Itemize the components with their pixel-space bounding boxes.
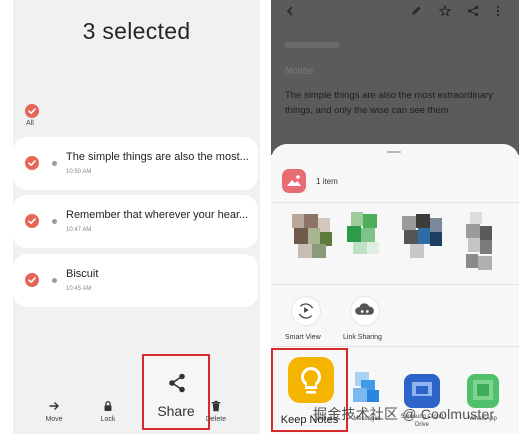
note-item[interactable]: The simple things are also the most... 1…: [13, 137, 258, 190]
note-title: Notitle: [285, 66, 314, 77]
note-item[interactable]: Remember that wherever your hear... 10:4…: [13, 195, 258, 248]
note-time: 10:50 AM: [66, 169, 92, 175]
lock-button[interactable]: Lock: [83, 400, 133, 423]
divider: [271, 202, 519, 203]
delete-label: Delete: [205, 416, 227, 423]
star-icon[interactable]: [439, 5, 451, 17]
note-title: Remember that wherever your hear...: [66, 209, 249, 221]
watermark: 掘金技术社区 @ Coolmuster: [313, 406, 495, 422]
divider: [271, 346, 519, 347]
note-body: The simple things are also the most extr…: [285, 90, 494, 116]
pen-icon[interactable]: [410, 5, 422, 17]
delete-button[interactable]: Delete: [191, 400, 241, 423]
note-time: 10:47 AM: [66, 227, 92, 233]
smart-view-button[interactable]: [291, 296, 321, 326]
divider: [271, 284, 519, 285]
lock-label: Lock: [100, 416, 116, 423]
contact-avatar[interactable]: [464, 212, 498, 274]
dimmed-note-editor: Notitle The simple things are also the m…: [271, 0, 519, 155]
sheet-handle[interactable]: [387, 151, 401, 153]
smart-view-label: Smart View: [285, 334, 321, 341]
check-icon: [28, 218, 36, 224]
image-icon: [282, 169, 306, 193]
note-time: 10:45 AM: [66, 286, 92, 292]
item-count: 1 item: [316, 177, 338, 186]
link-sharing-label: Link Sharing: [343, 334, 382, 341]
lock-icon: [104, 400, 112, 411]
faint-header-line: [285, 42, 339, 48]
share-icon[interactable]: [467, 5, 479, 17]
note-title: The simple things are also the most...: [66, 151, 249, 163]
lightbulb-icon: [288, 357, 334, 403]
right-screen: Notitle The simple things are also the m…: [271, 0, 519, 434]
move-label: Move: [45, 416, 63, 423]
cloud-link-icon: [355, 303, 374, 315]
left-screen: 3 selected All The simple things are als…: [13, 0, 260, 434]
bullet-icon: [52, 278, 57, 283]
cloud-drive-app-icon[interactable]: [404, 374, 440, 408]
messages-app-icon[interactable]: [351, 372, 381, 404]
back-icon[interactable]: [284, 5, 296, 17]
move-button[interactable]: Move: [29, 400, 79, 423]
select-all-label: All: [26, 120, 34, 127]
contact-avatar[interactable]: [347, 212, 383, 262]
check-icon: [28, 277, 36, 283]
more-options-icon[interactable]: [492, 5, 504, 17]
whatsapp-app-icon[interactable]: [467, 374, 499, 408]
select-all-checkbox[interactable]: [25, 104, 39, 118]
link-sharing-button[interactable]: [350, 296, 380, 326]
note-checkbox[interactable]: [25, 273, 39, 287]
share-icon: [169, 373, 185, 393]
check-icon: [28, 108, 36, 114]
contact-avatar[interactable]: [292, 214, 332, 264]
note-checkbox[interactable]: [25, 156, 39, 170]
check-icon: [28, 160, 36, 166]
note-checkbox[interactable]: [25, 214, 39, 228]
note-item[interactable]: Biscuit 10:45 AM: [13, 254, 258, 307]
bullet-icon: [52, 161, 57, 166]
bullet-icon: [52, 219, 57, 224]
note-title: Biscuit: [66, 268, 99, 280]
contact-avatar[interactable]: [402, 214, 444, 264]
arrow-right-icon: [49, 402, 59, 410]
trash-icon: [211, 400, 221, 412]
smart-view-icon: [298, 303, 314, 319]
selection-title: 3 selected: [82, 18, 191, 44]
